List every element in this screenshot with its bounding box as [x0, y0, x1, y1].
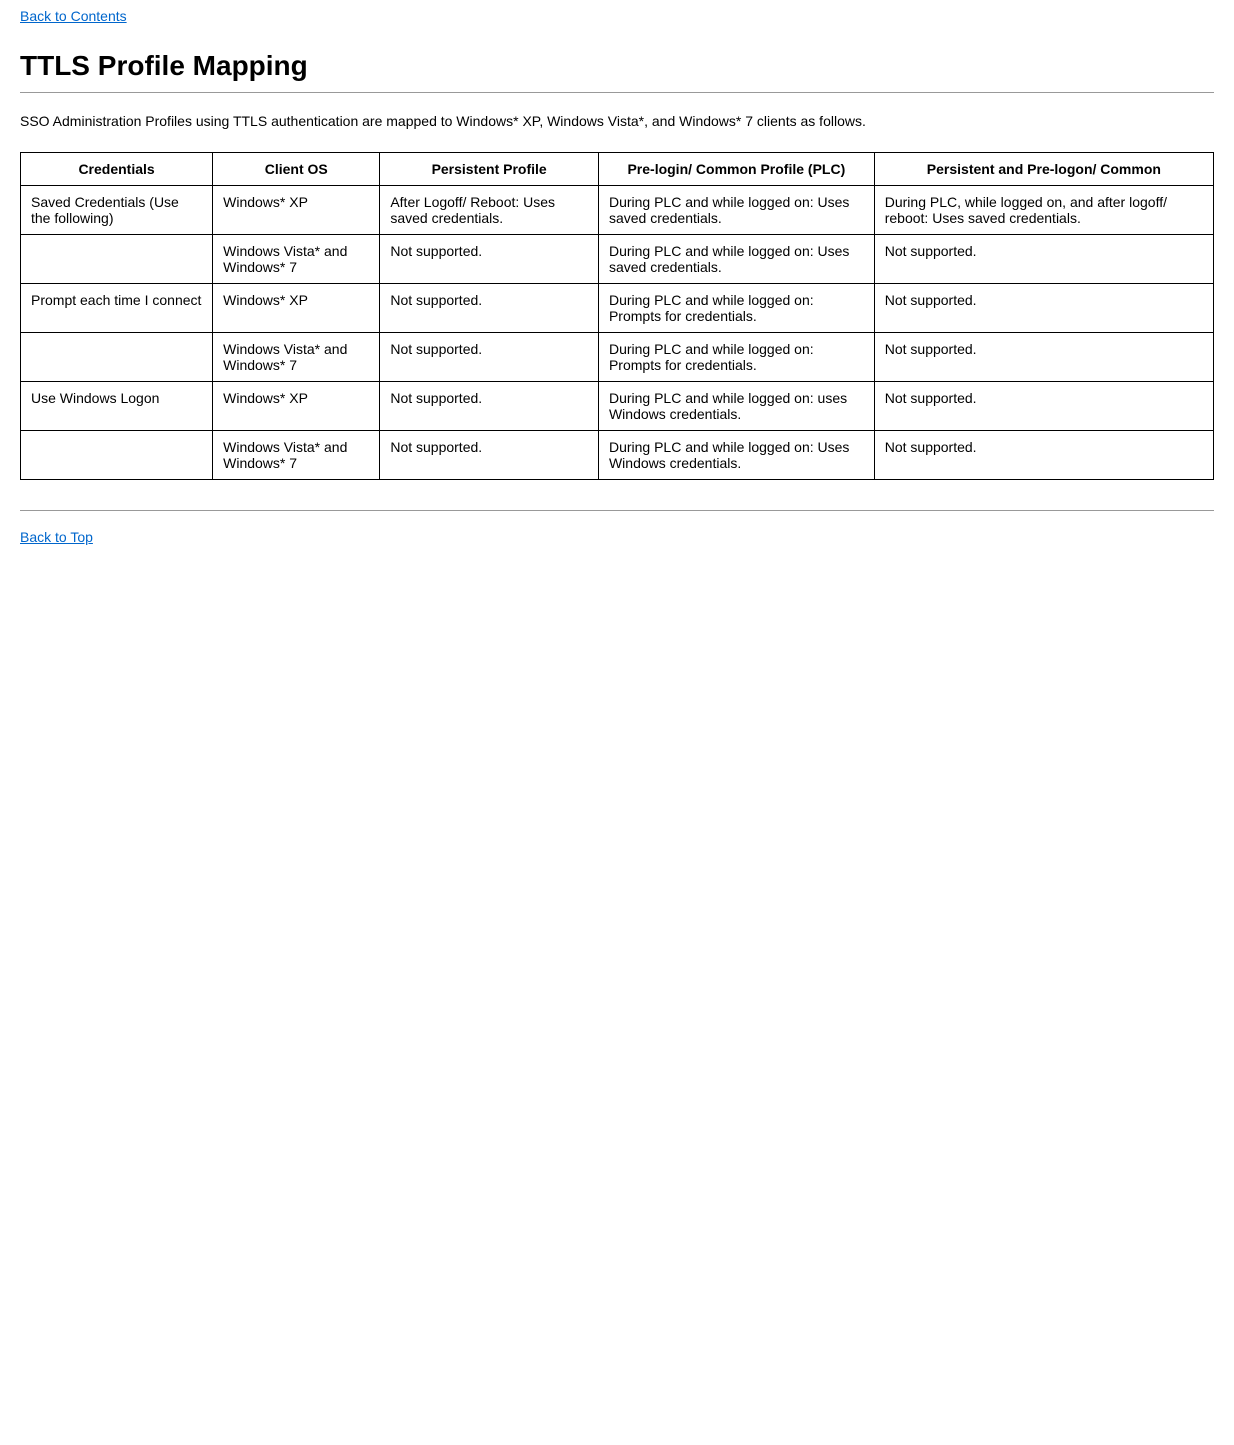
cell-pre-login: During PLC and while logged on: Prompts … — [598, 284, 874, 333]
cell-persistent-profile: Not supported. — [380, 284, 599, 333]
cell-persistent-and-pre: Not supported. — [874, 284, 1213, 333]
cell-pre-login: During PLC and while logged on: uses Win… — [598, 382, 874, 431]
header-client-os: Client OS — [213, 153, 380, 186]
cell-client-os: Windows Vista* and Windows* 7 — [213, 235, 380, 284]
cell-persistent-and-pre: Not supported. — [874, 235, 1213, 284]
cell-client-os: Windows Vista* and Windows* 7 — [213, 431, 380, 480]
cell-persistent-profile: Not supported. — [380, 382, 599, 431]
cell-persistent-and-pre: During PLC, while logged on, and after l… — [874, 186, 1213, 235]
cell-credentials — [21, 235, 213, 284]
ttls-mapping-table: Credentials Client OS Persistent Profile… — [20, 152, 1214, 480]
cell-credentials — [21, 333, 213, 382]
cell-persistent-profile: Not supported. — [380, 431, 599, 480]
intro-paragraph: SSO Administration Profiles using TTLS a… — [20, 111, 1214, 132]
back-to-top-link[interactable]: Back to Top — [20, 521, 1214, 553]
header-persistent-and-pre: Persistent and Pre-logon/ Common — [874, 153, 1213, 186]
table-row: Windows Vista* and Windows* 7Not support… — [21, 333, 1214, 382]
cell-pre-login: During PLC and while logged on: Uses sav… — [598, 235, 874, 284]
header-pre-login: Pre-login/ Common Profile (PLC) — [598, 153, 874, 186]
header-persistent-profile: Persistent Profile — [380, 153, 599, 186]
table-header-row: Credentials Client OS Persistent Profile… — [21, 153, 1214, 186]
cell-client-os: Windows* XP — [213, 186, 380, 235]
cell-client-os: Windows* XP — [213, 284, 380, 333]
cell-credentials: Use Windows Logon — [21, 382, 213, 431]
back-to-contents-link[interactable]: Back to Contents — [20, 0, 1214, 32]
title-divider — [20, 92, 1214, 93]
cell-pre-login: During PLC and while logged on: Prompts … — [598, 333, 874, 382]
cell-pre-login: During PLC and while logged on: Uses Win… — [598, 431, 874, 480]
cell-credentials: Prompt each time I connect — [21, 284, 213, 333]
cell-pre-login: During PLC and while logged on: Uses sav… — [598, 186, 874, 235]
cell-client-os: Windows Vista* and Windows* 7 — [213, 333, 380, 382]
table-row: Saved Credentials (Use the following)Win… — [21, 186, 1214, 235]
header-credentials: Credentials — [21, 153, 213, 186]
page-title: TTLS Profile Mapping — [20, 50, 1214, 82]
bottom-divider — [20, 510, 1214, 511]
cell-persistent-profile: Not supported. — [380, 235, 599, 284]
cell-client-os: Windows* XP — [213, 382, 380, 431]
cell-persistent-profile: Not supported. — [380, 333, 599, 382]
cell-persistent-and-pre: Not supported. — [874, 431, 1213, 480]
table-row: Windows Vista* and Windows* 7Not support… — [21, 235, 1214, 284]
cell-persistent-and-pre: Not supported. — [874, 382, 1213, 431]
cell-credentials — [21, 431, 213, 480]
table-row: Use Windows LogonWindows* XPNot supporte… — [21, 382, 1214, 431]
cell-persistent-profile: After Logoff/ Reboot: Uses saved credent… — [380, 186, 599, 235]
table-row: Prompt each time I connectWindows* XPNot… — [21, 284, 1214, 333]
cell-credentials: Saved Credentials (Use the following) — [21, 186, 213, 235]
table-row: Windows Vista* and Windows* 7Not support… — [21, 431, 1214, 480]
cell-persistent-and-pre: Not supported. — [874, 333, 1213, 382]
